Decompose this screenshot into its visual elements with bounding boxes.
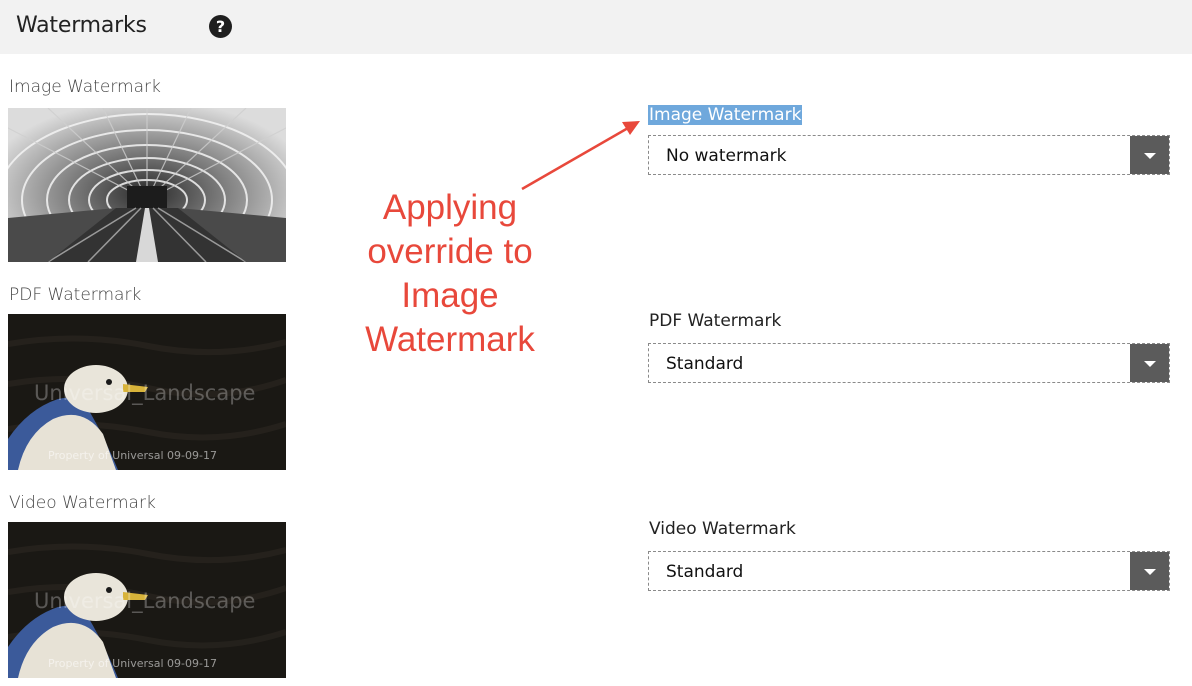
help-icon[interactable]: ?	[209, 15, 232, 38]
video-watermark-preview-label: Video Watermark	[9, 493, 156, 513]
pdf-watermark-field-label: PDF Watermark	[649, 311, 782, 331]
watermark-overlay-main: Universal_Landscape	[34, 589, 255, 614]
video-watermark-select[interactable]: Standard	[648, 551, 1170, 591]
video-watermark-preview: Universal_Landscape Property of Universa…	[8, 522, 286, 678]
annotation-text: Applying override to Image Watermark	[330, 186, 570, 362]
select-value: No watermark	[666, 146, 787, 166]
page-title: Watermarks	[16, 13, 147, 38]
subway-station-image	[8, 108, 286, 262]
seagull-image: Universal_Landscape Property of Universa…	[8, 522, 286, 678]
watermarks-page: Watermarks ? Image Watermark PDF Waterma…	[0, 0, 1192, 686]
select-value: Standard	[666, 354, 744, 374]
chevron-down-icon[interactable]	[1130, 136, 1169, 174]
pdf-watermark-preview: Universal_Landscape Property of Universa…	[8, 314, 286, 470]
annotation-line: Image	[401, 276, 499, 315]
pdf-watermark-preview-label: PDF Watermark	[9, 285, 142, 305]
image-watermark-preview-label: Image Watermark	[9, 77, 161, 97]
select-value: Standard	[666, 562, 744, 582]
watermark-overlay-sub: Property of Universal 09-09-17	[48, 449, 217, 462]
image-watermark-select[interactable]: No watermark	[648, 135, 1170, 175]
image-watermark-preview	[8, 108, 286, 262]
seagull-image: Universal_Landscape Property of Universa…	[8, 314, 286, 470]
annotation-line: Watermark	[365, 320, 535, 359]
annotation-line: override to	[367, 232, 533, 271]
video-watermark-field-label: Video Watermark	[649, 519, 796, 539]
chevron-down-icon[interactable]	[1130, 552, 1169, 590]
watermark-overlay-sub: Property of Universal 09-09-17	[48, 657, 217, 670]
watermark-overlay-main: Universal_Landscape	[34, 381, 255, 406]
chevron-down-icon[interactable]	[1130, 344, 1169, 382]
image-watermark-field-label: Image Watermark	[648, 105, 803, 125]
pdf-watermark-select[interactable]: Standard	[648, 343, 1170, 383]
annotation-line: Applying	[382, 188, 518, 227]
section-header: Watermarks ?	[0, 0, 1192, 54]
